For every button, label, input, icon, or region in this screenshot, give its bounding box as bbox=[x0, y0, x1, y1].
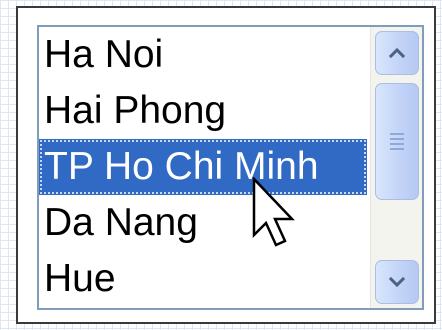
vertical-scrollbar[interactable] bbox=[370, 27, 422, 308]
scroll-up-button[interactable] bbox=[375, 31, 419, 75]
scroll-thumb[interactable] bbox=[375, 83, 419, 200]
list-item-hai-phong[interactable]: Hai Phong bbox=[39, 83, 367, 139]
dialog-panel: Ha Noi Hai Phong TP Ho Chi Minh Da Nang … bbox=[16, 6, 436, 324]
city-listbox[interactable]: Ha Noi Hai Phong TP Ho Chi Minh Da Nang … bbox=[37, 25, 424, 310]
scroll-down-button[interactable] bbox=[375, 260, 419, 304]
list-item-ha-noi[interactable]: Ha Noi bbox=[39, 27, 367, 83]
list-item-da-nang[interactable]: Da Nang bbox=[39, 195, 367, 251]
listbox-items: Ha Noi Hai Phong TP Ho Chi Minh Da Nang … bbox=[39, 27, 367, 308]
mouse-pointer-icon bbox=[252, 177, 295, 247]
chevron-up-icon bbox=[388, 47, 406, 59]
grip-icon bbox=[390, 133, 404, 150]
list-item-hue[interactable]: Hue bbox=[39, 251, 367, 307]
chevron-down-icon bbox=[388, 276, 406, 288]
list-item-tp-ho-chi-minh[interactable]: TP Ho Chi Minh bbox=[39, 139, 367, 195]
